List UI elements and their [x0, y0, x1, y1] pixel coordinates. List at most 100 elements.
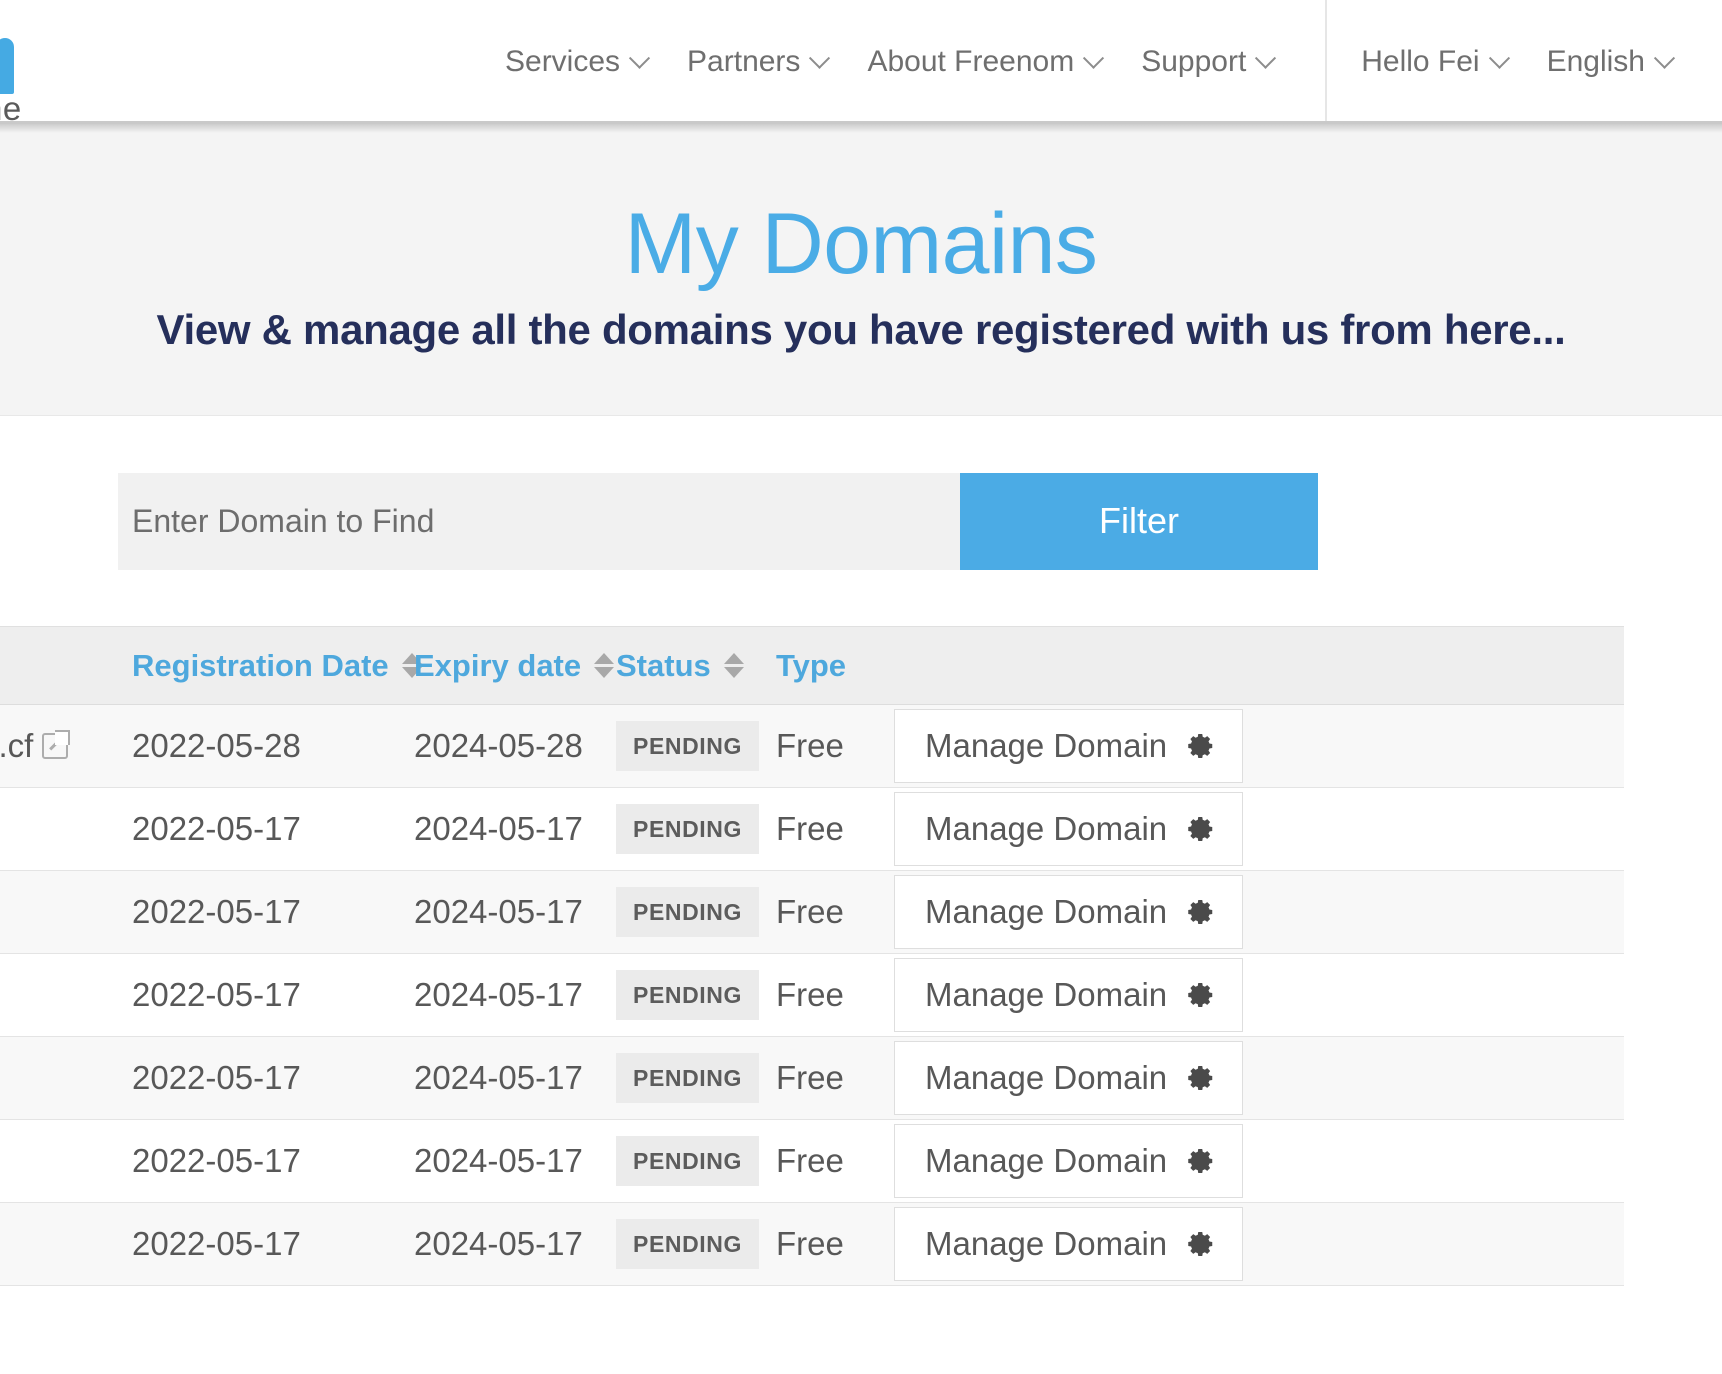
cell-action: Manage Domain [894, 1037, 1624, 1120]
cell-domain [0, 871, 132, 954]
status-badge: PENDING [616, 721, 759, 771]
cell-status: PENDING [616, 1120, 776, 1203]
manage-domain-button[interactable]: Manage Domain [894, 958, 1244, 1032]
table-row: 2022-05-17 2024-05-17 PENDING Free Manage Do… [0, 1202, 1624, 1286]
language-menu-label: English [1546, 45, 1645, 78]
chevron-down-icon [1653, 47, 1676, 69]
site-header: ne Services Partners About Freenom Suppo… [0, 0, 1722, 133]
language-menu[interactable]: English [1527, 45, 1692, 79]
column-header-label: Expiry date [414, 647, 582, 683]
nav-item-label: About Freenom [867, 45, 1075, 78]
manage-domain-button[interactable]: Manage Domain [894, 792, 1244, 866]
column-header-registration-date[interactable]: Registration Date [132, 627, 422, 705]
main-navigation: Services Partners About Freenom Support [505, 0, 1293, 124]
gear-icon [1186, 814, 1216, 844]
cell-status: PENDING [616, 871, 776, 954]
sort-icon[interactable] [594, 653, 615, 678]
gear-icon [1186, 980, 1216, 1010]
table-row: 2022-05-17 2024-05-17 PENDING Free Manage Do… [0, 953, 1624, 1037]
nav-item-label: Partners [687, 45, 801, 78]
cell-status: PENDING [616, 954, 776, 1037]
account-menu[interactable]: Hello Fei [1361, 45, 1526, 79]
cell-action: Manage Domain [894, 1120, 1624, 1203]
filter-group: Filter [118, 472, 1318, 570]
page-subtitle: View & manage all the domains you have r… [156, 305, 1566, 353]
column-header-label: Type [776, 647, 847, 683]
nav-item-support[interactable]: Support [1121, 45, 1293, 79]
cell-action: Manage Domain [894, 871, 1624, 954]
status-badge: PENDING [616, 970, 759, 1020]
nav-item-services[interactable]: Services [505, 45, 667, 79]
gear-icon [1186, 1146, 1216, 1176]
manage-domain-label: Manage Domain [925, 810, 1168, 847]
column-header-label: Registration Date [132, 647, 389, 683]
cell-expiry-date: 2024-05-28 [414, 727, 583, 764]
gear-icon [1186, 731, 1216, 761]
nav-item-about-freenom[interactable]: About Freenom [847, 45, 1121, 79]
freenom-logo[interactable]: ne [0, 28, 88, 127]
domain-name-link[interactable]: s.cf [0, 727, 33, 765]
page-hero: My Domains View & manage all the domains… [0, 124, 1722, 416]
cell-action: Manage Domain [894, 1203, 1624, 1286]
chevron-down-icon [1083, 47, 1105, 69]
status-badge: PENDING [616, 1219, 759, 1269]
nav-item-label: Services [505, 45, 621, 78]
cell-type: Free [776, 1142, 844, 1179]
chevron-down-icon [809, 47, 831, 69]
table-row: 2022-05-17 2024-05-17 PENDING Free Manage Do… [0, 870, 1624, 954]
column-header-label: Status [616, 647, 711, 683]
manage-domain-button[interactable]: Manage Domain [894, 709, 1244, 783]
cell-domain: s.cf [0, 705, 132, 788]
domains-table-body: s.cf 2022-05-28 2024-05-28 PENDING Free Manag… [0, 704, 1624, 1286]
cell-action: Manage Domain [894, 954, 1624, 1037]
domain-search-input[interactable] [118, 472, 960, 570]
manage-domain-button[interactable]: Manage Domain [894, 1041, 1244, 1115]
header-divider [0, 121, 1722, 124]
column-header-type[interactable]: Type [776, 627, 894, 705]
cell-registration-date: 2022-05-17 [132, 1142, 301, 1179]
nav-item-label: Support [1141, 45, 1247, 78]
filter-button[interactable]: Filter [960, 472, 1318, 570]
cell-status: PENDING [616, 1037, 776, 1120]
column-header-status[interactable]: Status [616, 627, 776, 705]
user-navigation: Hello Fei English [1325, 0, 1722, 124]
cell-registration-date: 2022-05-17 [132, 1225, 301, 1262]
external-link-icon[interactable] [42, 730, 71, 759]
cell-registration-date: 2022-05-17 [132, 1059, 301, 1096]
cell-expiry-date: 2024-05-17 [414, 1142, 583, 1179]
sort-icon[interactable] [723, 653, 744, 678]
table-row: 2022-05-17 2024-05-17 PENDING Free Manage Do… [0, 1119, 1624, 1203]
manage-domain-button[interactable]: Manage Domain [894, 875, 1244, 949]
chevron-down-icon [1488, 47, 1510, 69]
cell-domain [0, 954, 132, 1037]
manage-domain-label: Manage Domain [925, 893, 1168, 930]
table-row: 2022-05-17 2024-05-17 PENDING Free Manage Do… [0, 1036, 1624, 1120]
cell-domain [0, 1037, 132, 1120]
cell-action: Manage Domain [894, 705, 1624, 788]
table-header-row: Registration Date Expiry date Status Typ… [0, 626, 1624, 705]
domains-table: Registration Date Expiry date Status Typ… [0, 626, 1624, 1286]
manage-domain-label: Manage Domain [925, 976, 1168, 1013]
status-badge: PENDING [616, 1053, 759, 1103]
nav-item-partners[interactable]: Partners [667, 45, 847, 79]
cell-type: Free [776, 893, 844, 930]
table-row: s.cf 2022-05-28 2024-05-28 PENDING Free Manag… [0, 704, 1624, 788]
manage-domain-label: Manage Domain [925, 1142, 1168, 1179]
page-title: My Domains [624, 196, 1098, 293]
cell-type: Free [776, 1225, 844, 1262]
column-header-expiry-date[interactable]: Expiry date [414, 627, 616, 705]
status-badge: PENDING [616, 1136, 759, 1186]
manage-domain-button[interactable]: Manage Domain [894, 1207, 1244, 1281]
cell-action: Manage Domain [894, 788, 1624, 871]
chevron-down-icon [628, 47, 651, 69]
cell-registration-date: 2022-05-17 [132, 810, 301, 847]
cell-registration-date: 2022-05-28 [132, 727, 301, 764]
cell-expiry-date: 2024-05-17 [414, 810, 583, 847]
column-header-action [894, 627, 1624, 705]
filter-section: Filter [0, 416, 1722, 626]
gear-icon [1186, 897, 1216, 927]
manage-domain-button[interactable]: Manage Domain [894, 1124, 1244, 1198]
cell-type: Free [776, 727, 844, 764]
account-menu-label: Hello Fei [1361, 45, 1480, 78]
gear-icon [1186, 1229, 1216, 1259]
